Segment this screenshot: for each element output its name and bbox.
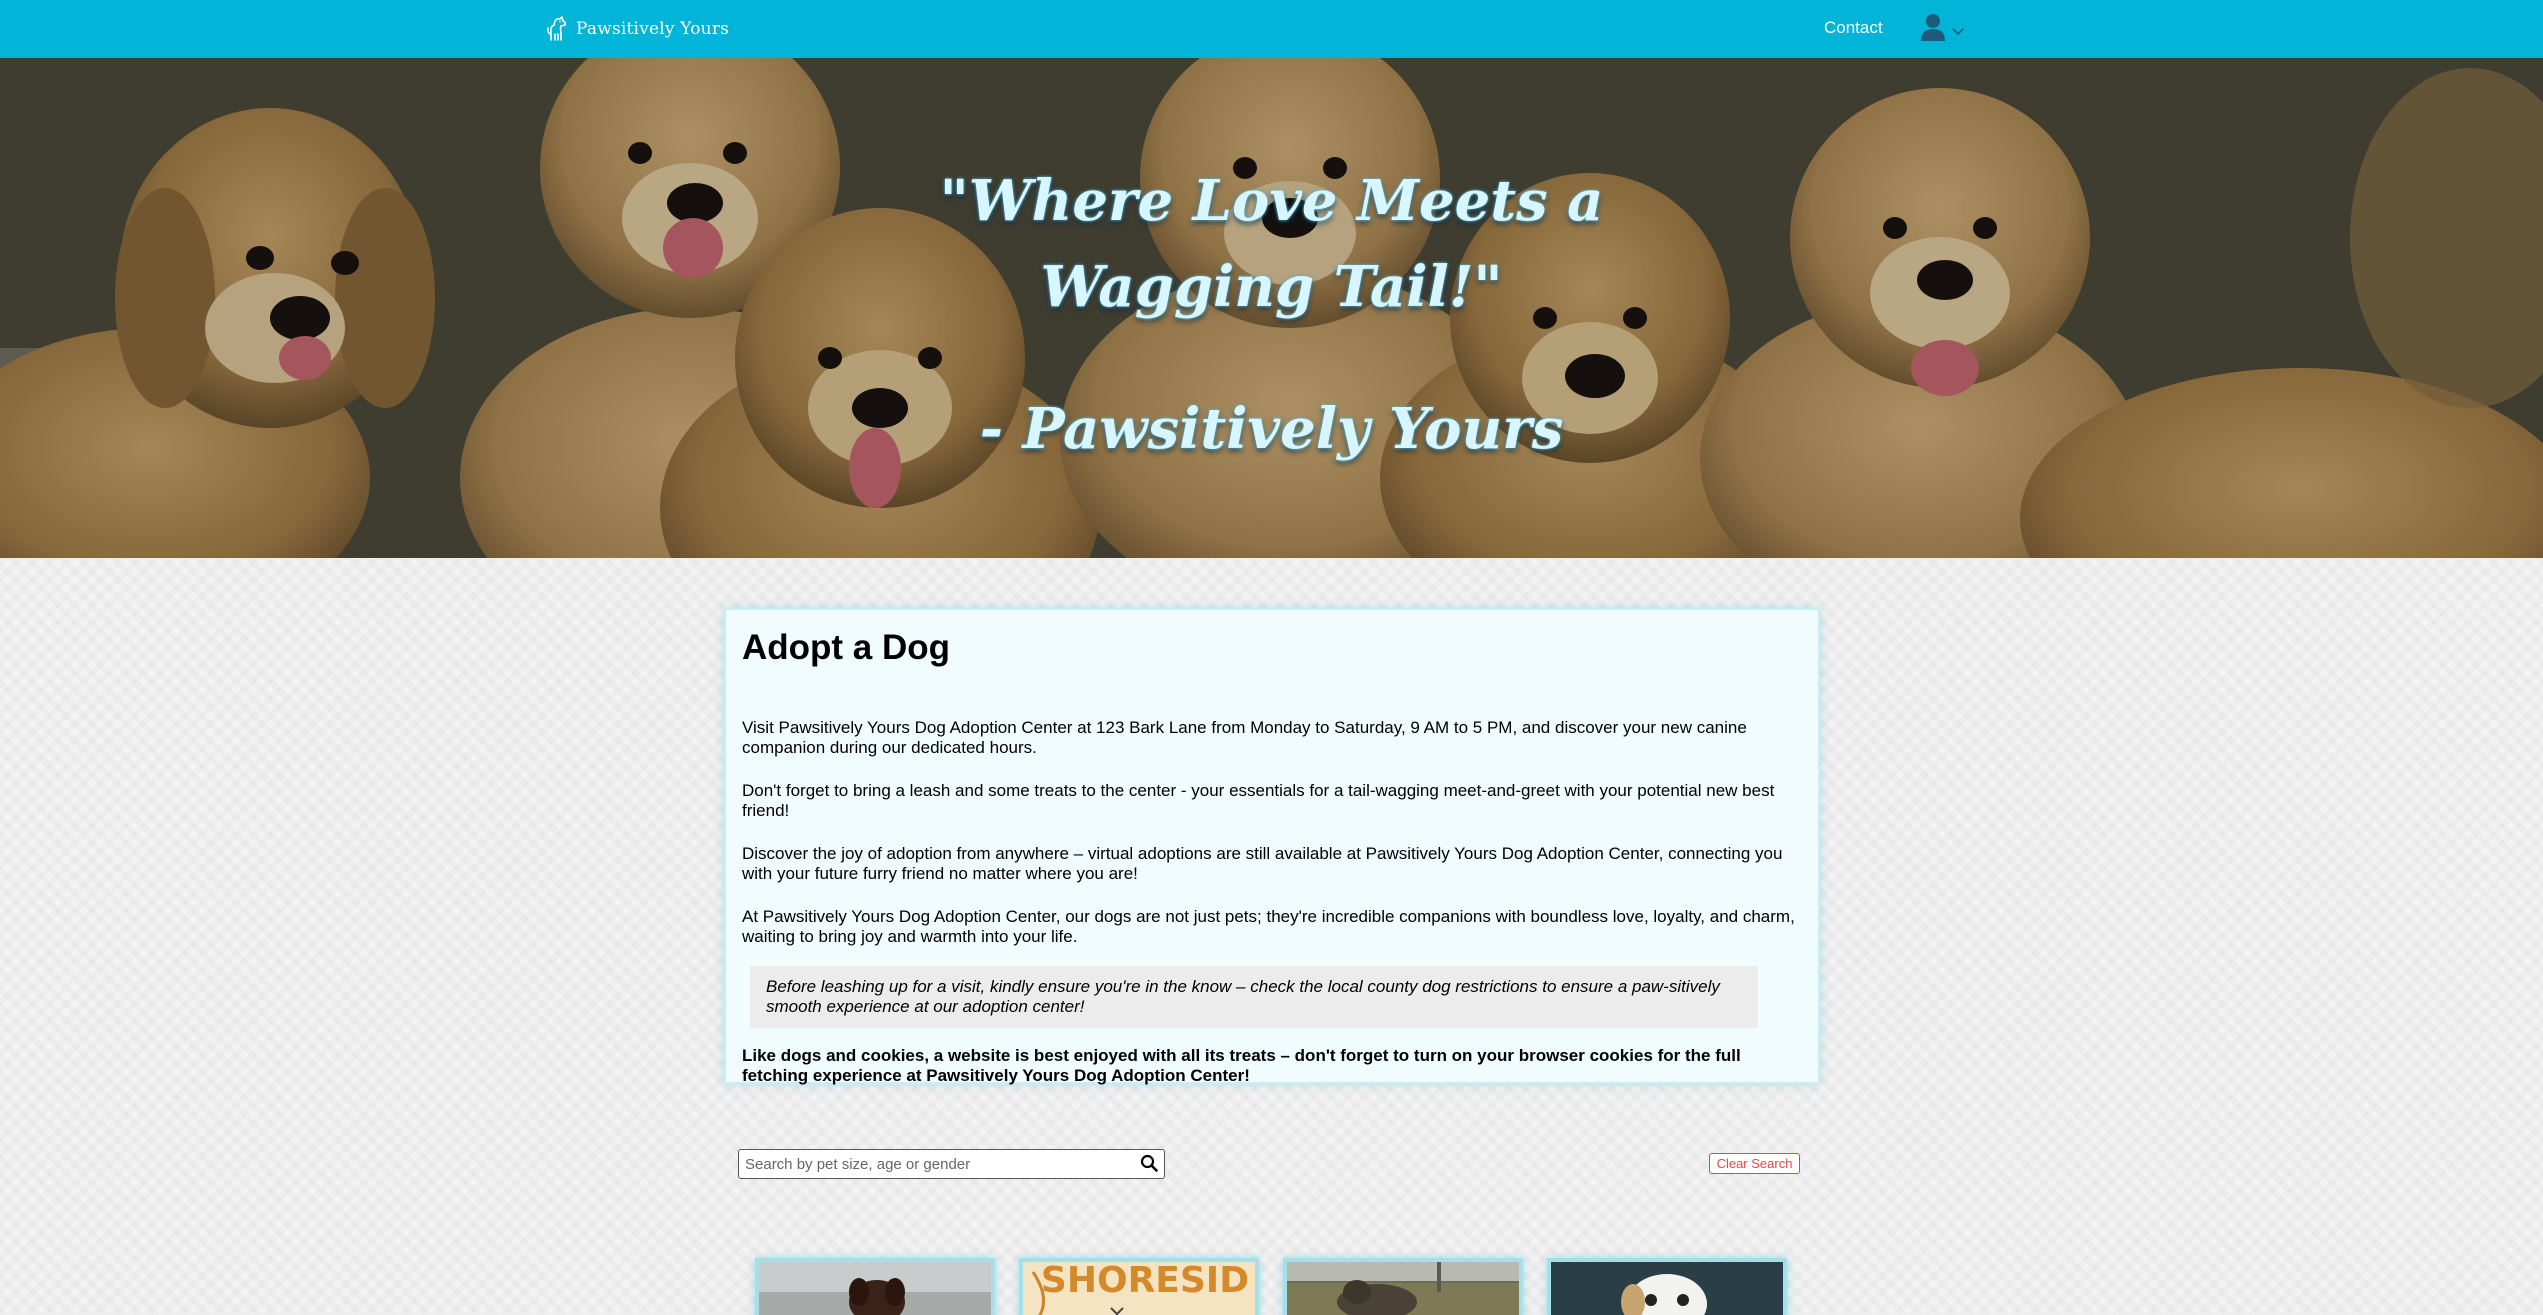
hero-signature: - Pawsitively Yours [979,396,1564,462]
navbar: Pawsitively Yours Contact [0,0,2543,58]
chevron-down-icon [1952,23,1964,36]
contact-link[interactable]: Contact [1824,18,1883,38]
hero-quote: "Where Love Meets a Wagging Tail!" [0,158,2543,330]
dog-photo [759,1262,991,1315]
shoreside-sign-text: SHORESID [1041,1262,1249,1301]
adopt-info-card: Adopt a Dog Visit Pawsitively Yours Dog … [724,608,1820,1085]
info-paragraph: Visit Pawsitively Yours Dog Adoption Cen… [742,718,1747,757]
page-title: Adopt a Dog [742,628,951,667]
brand-link[interactable]: Pawsitively Yours [546,13,729,45]
dog-card[interactable] [1283,1258,1523,1315]
search-button[interactable] [1134,1150,1164,1178]
hero-quote-line: "Where Love Meets a [939,168,1604,234]
hero-quote-line: Wagging Tail!" [1040,254,1503,320]
dog-card[interactable] [755,1258,995,1315]
cookie-note: Like dogs and cookies, a website is best… [742,1046,1741,1085]
search-box [738,1149,1165,1179]
info-paragraph: At Pawsitively Yours Dog Adoption Center… [742,907,1795,946]
search-input[interactable] [739,1151,1134,1177]
clear-search-button[interactable]: Clear Search [1709,1153,1800,1174]
dog-card[interactable]: SHORESID [1019,1258,1259,1315]
dog-logo-icon [546,16,568,42]
user-menu-toggle[interactable] [1920,12,1964,42]
info-paragraph: Discover the joy of adoption from anywhe… [742,844,1783,883]
dog-photo [1551,1262,1783,1315]
info-paragraph: Don't forget to bring a leash and some t… [742,781,1775,820]
dog-card[interactable] [1547,1258,1787,1315]
restriction-notice: Before leashing up for a visit, kindly e… [750,966,1758,1028]
search-icon [1140,1154,1158,1175]
brand-name: Pawsitively Yours [576,19,730,39]
dog-photo [1287,1262,1519,1315]
shoreside-sign-photo: SHORESID [1023,1262,1255,1315]
hero-banner: "Where Love Meets a Wagging Tail!" - Paw… [0,58,2543,558]
user-icon [1920,12,1946,42]
